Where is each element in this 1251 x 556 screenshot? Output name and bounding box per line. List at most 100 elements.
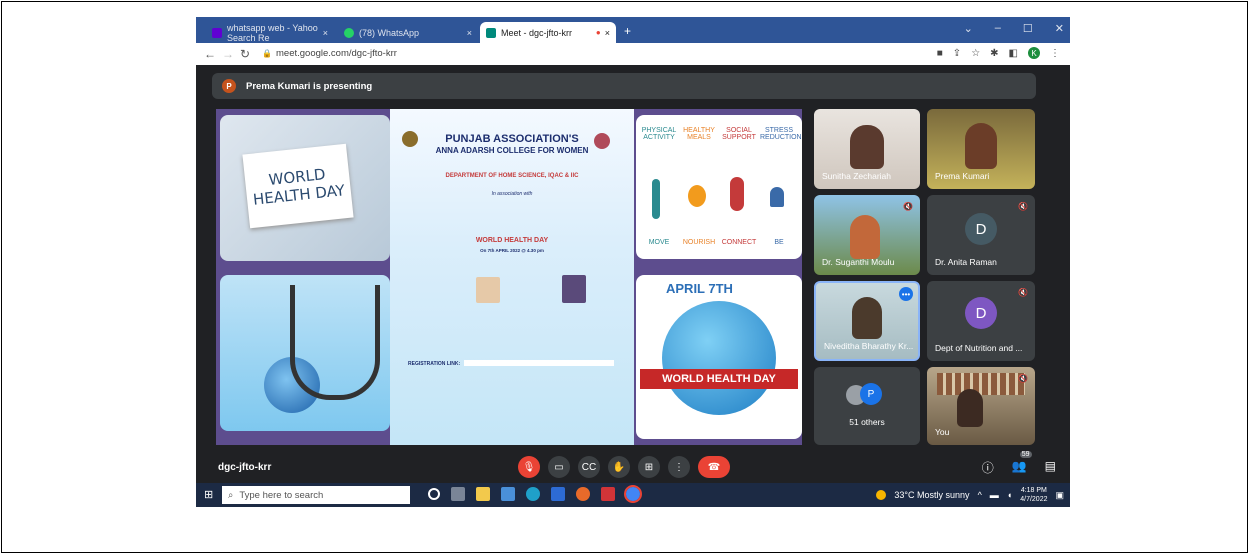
wps-icon[interactable] xyxy=(601,487,615,501)
task-view-icon[interactable] xyxy=(451,487,465,501)
presentation-view: WORLD HEALTH DAY PUNJAB ASSOCIATION'S AN… xyxy=(216,109,802,445)
window-controls: ⌄ – ☐ ✕ xyxy=(964,22,1064,35)
speaker-photo-1 xyxy=(476,277,500,303)
toolbar-icons: ■ ⇪ ☆ ✱ ◧ K ⋮ xyxy=(937,47,1060,59)
star-icon[interactable]: ☆ xyxy=(971,48,980,59)
info-icon[interactable]: ⓘ xyxy=(982,459,994,476)
screenshot: whatsapp web - Yahoo Search Re × (78) Wh… xyxy=(196,17,1070,507)
connect-icon xyxy=(730,177,744,211)
meeting-code: dgc-jfto-krr xyxy=(218,462,272,473)
edge-icon[interactable] xyxy=(526,487,540,501)
minimize-button[interactable]: – xyxy=(995,22,1001,35)
tab-meet[interactable]: Meet - dgc-jfto-krr ● × xyxy=(480,22,616,43)
extensions-icon[interactable]: ✱ xyxy=(990,48,998,59)
world-health-day-banner: WORLD HEALTH DAY xyxy=(640,369,798,389)
clock[interactable]: 4:18 PM 4/7/2022 xyxy=(1020,486,1047,504)
yahoo-icon xyxy=(212,27,222,38)
tab-whatsapp[interactable]: (78) WhatsApp × xyxy=(338,22,478,43)
others-tile[interactable]: P 51 others xyxy=(814,367,920,445)
chrome-icon[interactable] xyxy=(624,485,642,503)
participant-name: Dept of Nutrition and ... xyxy=(935,343,1023,353)
tray-overflow-icon[interactable]: ^ xyxy=(978,490,982,500)
world-health-day-card-image: WORLD HEALTH DAY xyxy=(220,115,390,261)
camera-icon[interactable]: ■ xyxy=(937,48,943,59)
health-tips-footers: MOVE NOURISH CONNECT BE xyxy=(640,239,798,246)
firefox-icon[interactable] xyxy=(576,487,590,501)
card-text: WORLD HEALTH DAY xyxy=(242,143,354,229)
url-field[interactable]: meet.google.com/dgc-jfto-krr xyxy=(276,48,397,59)
notifications-icon[interactable]: ▣ xyxy=(1055,490,1064,501)
participant-tile[interactable]: D 🔇 Dept of Nutrition and ... xyxy=(927,281,1035,361)
present-button[interactable]: ⊞ xyxy=(638,456,660,478)
maximize-button[interactable]: ☐ xyxy=(1023,22,1033,35)
stethoscope-icon xyxy=(290,285,380,400)
tab-label: whatsapp web - Yahoo Search Re xyxy=(227,22,318,43)
close-window-button[interactable]: ✕ xyxy=(1055,22,1064,35)
windows-start-icon[interactable]: ⊞ xyxy=(204,488,213,501)
tab-yahoo-search[interactable]: whatsapp web - Yahoo Search Re × xyxy=(206,22,334,43)
reload-icon[interactable]: ↻ xyxy=(240,47,250,61)
flyer-association: In association with xyxy=(491,191,533,197)
self-tile[interactable]: 🔇 You xyxy=(927,367,1035,445)
file-explorer-icon[interactable] xyxy=(476,487,490,501)
camera-button[interactable]: ▭ xyxy=(548,456,570,478)
participant-tile[interactable]: D 🔇 Dr. Anita Raman xyxy=(927,195,1035,275)
close-icon[interactable]: × xyxy=(467,28,472,38)
more-options-button[interactable]: ⋮ xyxy=(668,456,690,478)
windows-taskbar: ⊞ ⌕ Type here to search 33°C Mostly sunn… xyxy=(196,483,1070,507)
profile-avatar[interactable]: K xyxy=(1028,47,1040,59)
participant-name: Niveditha Bharathy Kr... xyxy=(824,341,914,351)
presenting-banner: P Prema Kumari is presenting xyxy=(212,73,1036,99)
recording-dot-icon: ● xyxy=(595,28,601,37)
whatsapp-icon xyxy=(344,27,354,38)
participant-tile[interactable]: 🔇 Dr. Suganthi Moulu xyxy=(814,195,920,275)
weather-text[interactable]: 33°C Mostly sunny xyxy=(894,490,969,500)
tip-nourish: NOURISH xyxy=(682,239,716,246)
tab-search-icon[interactable]: ⌄ xyxy=(964,22,973,35)
participant-tile[interactable]: ••• Niveditha Bharathy Kr... xyxy=(814,281,920,361)
lock-icon: 🔒 xyxy=(262,49,272,58)
forward-arrow-icon[interactable]: → xyxy=(222,47,234,61)
cortana-icon[interactable] xyxy=(428,488,440,500)
more-options-icon[interactable]: ••• xyxy=(899,287,913,301)
chat-icon[interactable]: ▤ xyxy=(1045,459,1056,476)
taskbar-search[interactable]: ⌕ Type here to search xyxy=(222,486,410,504)
clock-time: 4:18 PM xyxy=(1020,487,1047,494)
captions-button[interactable]: CC xyxy=(578,456,600,478)
raise-hand-button[interactable]: ✋ xyxy=(608,456,630,478)
sidepanel-icon[interactable]: ◧ xyxy=(1009,48,1018,59)
meet-side-controls: ⓘ 👥 59 ▤ xyxy=(982,451,1056,476)
volume-icon[interactable]: ◖ xyxy=(1007,490,1012,500)
mic-off-button[interactable]: 🎙 xyxy=(518,456,540,478)
tab-label: (78) WhatsApp xyxy=(359,27,420,38)
registration-link-bar xyxy=(464,360,614,366)
share-icon[interactable]: ⇪ xyxy=(953,48,961,59)
runner-icon xyxy=(652,179,660,219)
search-icon: ⌕ xyxy=(228,489,234,501)
tip-be: BE xyxy=(774,239,784,246)
back-arrow-icon[interactable]: ← xyxy=(204,47,216,61)
store-icon[interactable] xyxy=(501,487,515,501)
presenting-text: Prema Kumari is presenting xyxy=(246,80,373,92)
leave-call-button[interactable]: ☎ xyxy=(698,456,730,478)
people-icon[interactable]: 👥 59 xyxy=(1012,451,1032,476)
close-icon[interactable]: × xyxy=(323,28,328,38)
april-title: APRIL 7TH xyxy=(666,281,733,296)
tip-social: SOCIAL SUPPORT xyxy=(722,127,756,141)
health-tips-image: PHYSICAL ACTIVITY HEALTHY MEALS SOCIAL S… xyxy=(636,115,802,259)
flyer-date: On 7th APRIL 2022 @ 4.30 pm xyxy=(480,248,544,253)
mic-off-icon: 🔇 xyxy=(903,202,913,211)
close-icon[interactable]: × xyxy=(605,28,610,38)
association-logo-icon xyxy=(594,133,610,149)
menu-icon[interactable]: ⋮ xyxy=(1050,48,1060,59)
participant-tile[interactable]: Prema Kumari xyxy=(927,109,1035,189)
participant-avatar: D xyxy=(965,297,997,329)
speaker-photo-2 xyxy=(562,275,586,303)
flyer-event-title: WORLD HEALTH DAY xyxy=(475,237,549,244)
network-icon[interactable]: ▬ xyxy=(990,490,999,500)
others-count: 51 others xyxy=(849,417,885,427)
participant-tile[interactable]: Sunitha Zechariah xyxy=(814,109,920,189)
mail-icon[interactable] xyxy=(551,487,565,501)
new-tab-button[interactable]: + xyxy=(624,24,631,38)
participant-video xyxy=(957,389,983,427)
